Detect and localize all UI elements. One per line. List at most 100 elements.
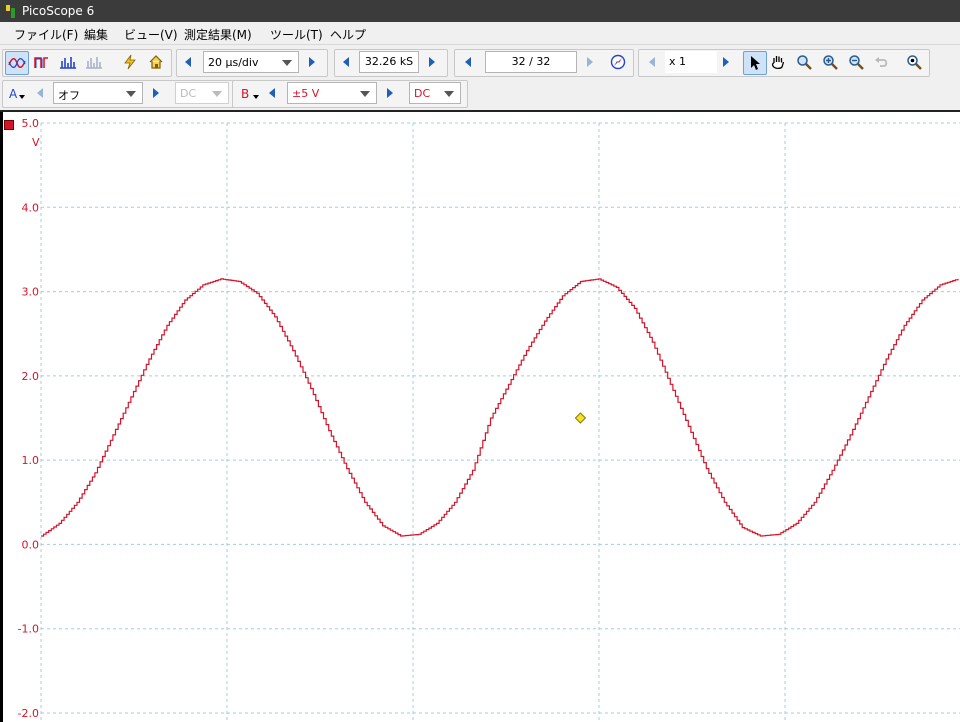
channel-b-label[interactable]: B: [241, 87, 249, 101]
channel-a-coupling-value: DC: [180, 87, 197, 100]
channel-a-menu-icon[interactable]: [19, 95, 25, 99]
y-tick-label: -2.0: [18, 707, 39, 720]
channel-a-range-prev[interactable]: [31, 82, 49, 104]
window-title: PicoScope 6: [22, 4, 95, 18]
samples-prev-button[interactable]: [337, 51, 355, 73]
channel-b-range-value: ±5 V: [292, 87, 320, 100]
samples-value[interactable]: 32.26 kS: [359, 51, 419, 73]
pointer-icon: [751, 56, 760, 70]
overview-icon: [907, 55, 922, 70]
zoom-tool-button[interactable]: [793, 51, 815, 73]
undo-zoom-button[interactable]: [871, 51, 893, 73]
scope-mode-icon: [8, 58, 26, 68]
scope-mode-button[interactable]: [5, 51, 29, 75]
menu-file[interactable]: ファイル(F): [14, 26, 78, 43]
menu-bar: ファイル(F) 編集 ビュー(V) 測定結果(M) ツール(T) ヘルプ: [0, 22, 960, 44]
scope-view[interactable]: 5.0 4.0 3.0 2.0 1.0 0.0 -1.0 -2.0 V: [0, 110, 960, 722]
arrow-right-icon: [153, 88, 159, 98]
zoom-icon: [797, 55, 812, 70]
y-tick-label: 4.0: [22, 201, 40, 214]
y-axis-unit: V: [32, 136, 40, 149]
y-tick-label: 0.0: [22, 538, 40, 551]
arrow-right-icon: [587, 57, 593, 67]
default-setup-button[interactable]: [145, 51, 167, 73]
channel-a-coupling-select[interactable]: DC: [175, 82, 229, 104]
title-bar: PicoScope 6: [0, 0, 960, 22]
samples-next-button[interactable]: [423, 51, 441, 73]
zoom-group: x 1: [638, 49, 930, 77]
channel-a-range-next[interactable]: [147, 82, 165, 104]
channel-b-coupling-value: DC: [414, 87, 431, 100]
y-tick-label: 5.0: [22, 117, 40, 130]
samples-group: 32.26 kS: [334, 49, 448, 77]
arrow-right-icon: [429, 57, 435, 67]
channel-b-menu-icon[interactable]: [253, 95, 259, 99]
zoom-out-button[interactable]: [845, 51, 867, 73]
auto-setup-button[interactable]: [119, 51, 141, 73]
zoom-factor[interactable]: x 1: [665, 51, 717, 73]
compass-icon: [610, 54, 626, 70]
zoom-next-button[interactable]: [717, 51, 735, 73]
mode-group: [2, 49, 172, 77]
overview-button[interactable]: [903, 51, 925, 73]
buffer-group: 32 / 32: [454, 49, 634, 77]
y-tick-label: 2.0: [22, 370, 40, 383]
timebase-select[interactable]: 20 µs/div: [203, 51, 299, 73]
auto-setup-icon: [124, 54, 136, 70]
waveform-chart[interactable]: 5.0 4.0 3.0 2.0 1.0 0.0 -1.0 -2.0: [0, 112, 960, 722]
timebase-next-button[interactable]: [303, 51, 321, 73]
menu-edit[interactable]: 編集: [84, 26, 108, 43]
chevron-down-icon: [282, 60, 292, 66]
channel-b-range-select[interactable]: ±5 V: [287, 82, 377, 104]
channel-b-coupling-select[interactable]: DC: [409, 82, 461, 104]
y-tick-label: 3.0: [22, 286, 40, 299]
zoom-in-button[interactable]: [819, 51, 841, 73]
menu-view[interactable]: ビュー(V): [124, 26, 178, 43]
main-toolbar: 20 µs/div 32.26 kS 32 / 32 x 1: [0, 44, 960, 79]
zoom-prev-button[interactable]: [643, 51, 661, 73]
zoom-value: x 1: [669, 55, 687, 68]
arrow-left-icon: [37, 88, 43, 98]
persistence-mode-button[interactable]: [31, 51, 53, 73]
buffer-prev-button[interactable]: [459, 51, 477, 73]
channel-b-axis-marker-icon[interactable]: [4, 120, 14, 130]
arrow-right-icon: [387, 88, 393, 98]
timebase-value: 20 µs/div: [208, 56, 259, 69]
channel-b-group: B ±5 V DC: [232, 80, 468, 108]
arrow-left-icon: [649, 57, 655, 67]
spectrum-mode-icon: [60, 57, 76, 69]
chevron-down-icon: [126, 91, 136, 97]
hand-tool-button[interactable]: [767, 51, 789, 73]
spectrum-persistence-button[interactable]: [83, 51, 105, 73]
hand-icon: [771, 56, 785, 70]
arrow-left-icon: [343, 57, 349, 67]
arrow-right-icon: [723, 57, 729, 67]
menu-help[interactable]: ヘルプ: [330, 26, 366, 43]
timebase-group: 20 µs/div: [176, 49, 328, 77]
trigger-marker[interactable]: [574, 412, 587, 424]
undo-zoom-icon: [875, 57, 888, 67]
pointer-tool-button[interactable]: [743, 51, 767, 75]
chevron-down-icon: [444, 91, 454, 97]
spectrum-mode-button[interactable]: [57, 51, 79, 73]
channel-toolbar: A オフ DC B ±5 V DC: [0, 78, 960, 110]
arrow-left-icon: [465, 57, 471, 67]
channel-b-range-next[interactable]: [381, 82, 399, 104]
y-tick-label: 1.0: [22, 454, 40, 467]
y-tick-label: -1.0: [18, 623, 39, 636]
buffer-value[interactable]: 32 / 32: [485, 51, 577, 73]
channel-b-range-prev[interactable]: [263, 82, 281, 104]
spectrum-persistence-icon: [86, 57, 102, 69]
buffer-next-button[interactable]: [581, 51, 599, 73]
default-setup-icon: [149, 55, 163, 69]
channel-a-label[interactable]: A: [9, 87, 17, 101]
arrow-left-icon: [185, 57, 191, 67]
timebase-prev-button[interactable]: [179, 51, 197, 73]
buffer-navigator-button[interactable]: [607, 51, 629, 73]
channel-a-range-value: オフ: [58, 89, 80, 102]
zoom-in-icon: [823, 55, 838, 70]
channel-a-range-select[interactable]: オフ: [53, 82, 143, 104]
menu-measurements[interactable]: 測定結果(M): [184, 26, 252, 43]
menu-tools[interactable]: ツール(T): [270, 26, 323, 43]
picoscope-logo-icon: [6, 5, 15, 18]
